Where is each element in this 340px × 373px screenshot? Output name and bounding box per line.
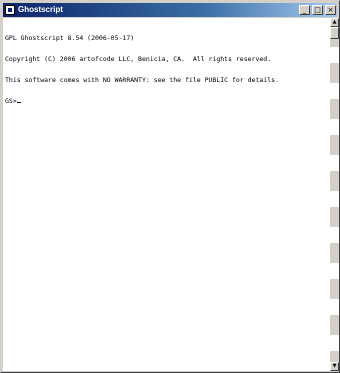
vertical-scrollbar[interactable]: ▲ ▼ [330, 18, 339, 371]
title-bar-buttons: _ □ × [297, 5, 336, 15]
maximize-button[interactable]: □ [312, 5, 323, 15]
window-title: Ghostscript [18, 5, 63, 14]
text-cursor [16, 102, 21, 103]
scrollbar-track[interactable] [330, 27, 339, 362]
console-area[interactable]: GPL Ghostscript 8.54 (2006-05-17) Copyri… [3, 18, 330, 371]
close-button[interactable]: × [325, 5, 336, 15]
console-prompt: GS> [5, 97, 17, 105]
scroll-down-arrow-icon[interactable]: ▼ [330, 362, 339, 371]
console-output: GPL Ghostscript 8.54 (2006-05-17) Copyri… [3, 18, 330, 122]
scrollbar-thumb[interactable] [330, 27, 339, 39]
title-bar[interactable]: Ghostscript _ □ × [3, 3, 337, 17]
app-icon[interactable] [5, 5, 15, 15]
minimize-button[interactable]: _ [299, 5, 310, 15]
console-prompt-line[interactable]: GS> [5, 98, 328, 105]
ghostscript-window: Ghostscript _ □ × GPL Ghostscript 8.54 (… [0, 0, 340, 373]
scroll-up-arrow-icon[interactable]: ▲ [330, 18, 339, 27]
console-line-warranty: This software comes with NO WARRANTY: se… [5, 76, 279, 84]
console-line-copyright: Copyright (C) 2006 artofcode LLC, Benici… [5, 55, 272, 63]
console-line-version: GPL Ghostscript 8.54 (2006-05-17) [5, 34, 135, 42]
